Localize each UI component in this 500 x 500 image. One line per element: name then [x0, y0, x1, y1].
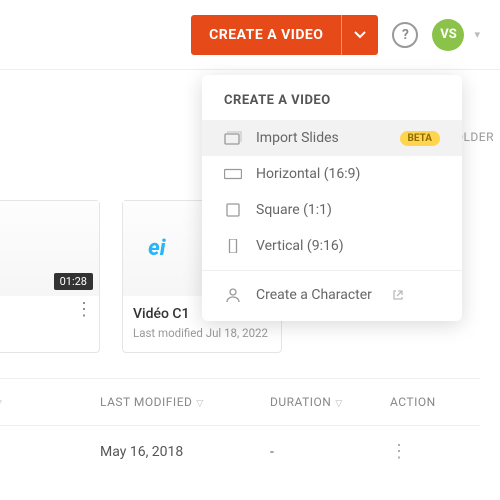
dropdown-item-vertical[interactable]: Vertical (9:16) [202, 228, 462, 264]
duration-badge: 01:28 [54, 273, 93, 290]
chevron-down-icon: ▽ [196, 399, 203, 409]
dropdown-item-label: Square (1:1) [256, 202, 332, 218]
help-icon[interactable]: ? [392, 22, 418, 48]
dropdown-item-label: Horizontal (16:9) [256, 166, 360, 182]
dropdown-item-create-character[interactable]: Create a Character [202, 277, 462, 313]
dropdown-item-square[interactable]: Square (1:1) [202, 192, 462, 228]
column-header-type[interactable]: TYPE▽ [0, 395, 100, 409]
square-ratio-icon [224, 203, 242, 217]
dropdown-item-label: Create a Character [256, 287, 372, 303]
cell-type: Folder [0, 444, 100, 460]
vertical-ratio-icon [224, 239, 242, 253]
cell-modified: May 16, 2018 [100, 444, 270, 460]
dropdown-item-horizontal[interactable]: Horizontal (16:9) [202, 156, 462, 192]
cell-duration: - [270, 444, 390, 460]
dropdown-item-label: Import Slides [256, 130, 339, 146]
chevron-down-icon: ▽ [335, 399, 342, 409]
dropdown-separator [202, 270, 462, 271]
beta-badge: BETA [400, 131, 441, 146]
thumbnail-logo: ei [148, 236, 165, 261]
dropdown-title: CREATE A VIDEO [202, 93, 462, 120]
avatar[interactable]: VS [432, 19, 464, 51]
chevron-down-icon: ▾ [474, 28, 480, 41]
create-video-label: CREATE A VIDEO [191, 15, 341, 55]
more-icon[interactable]: ⋮ [75, 306, 93, 313]
table-header: TYPE▽ LAST MODIFIED▽ DURATION▽ ACTION [0, 378, 480, 426]
more-icon[interactable]: ⋮ [390, 448, 408, 455]
video-subtitle: Last modified Jul 18, 2022 [133, 326, 271, 340]
table-row[interactable]: Folder May 16, 2018 - ⋮ [0, 444, 480, 460]
column-header-modified[interactable]: LAST MODIFIED▽ [100, 395, 270, 409]
chevron-down-icon [354, 31, 366, 39]
topbar: CREATE A VIDEO ? VS ▾ [0, 0, 500, 70]
column-header-duration[interactable]: DURATION▽ [270, 395, 390, 409]
create-video-dropdown: CREATE A VIDEO Import Slides BETA Horizo… [202, 75, 462, 321]
external-link-icon [392, 289, 404, 301]
create-video-dropdown-toggle[interactable] [341, 15, 378, 55]
chevron-down-icon: ▽ [0, 399, 2, 409]
horizontal-ratio-icon [224, 167, 242, 181]
video-thumbnail: 01:28 [0, 201, 99, 296]
column-header-action: ACTION [390, 395, 436, 409]
character-icon [224, 288, 242, 302]
dropdown-item-label: Vertical (9:16) [256, 238, 344, 254]
create-video-button[interactable]: CREATE A VIDEO [191, 15, 378, 55]
dropdown-item-import-slides[interactable]: Import Slides BETA [202, 120, 462, 156]
slides-icon [224, 131, 242, 145]
video-card[interactable]: 01:28 18, 2022 ⋮ [0, 200, 100, 353]
